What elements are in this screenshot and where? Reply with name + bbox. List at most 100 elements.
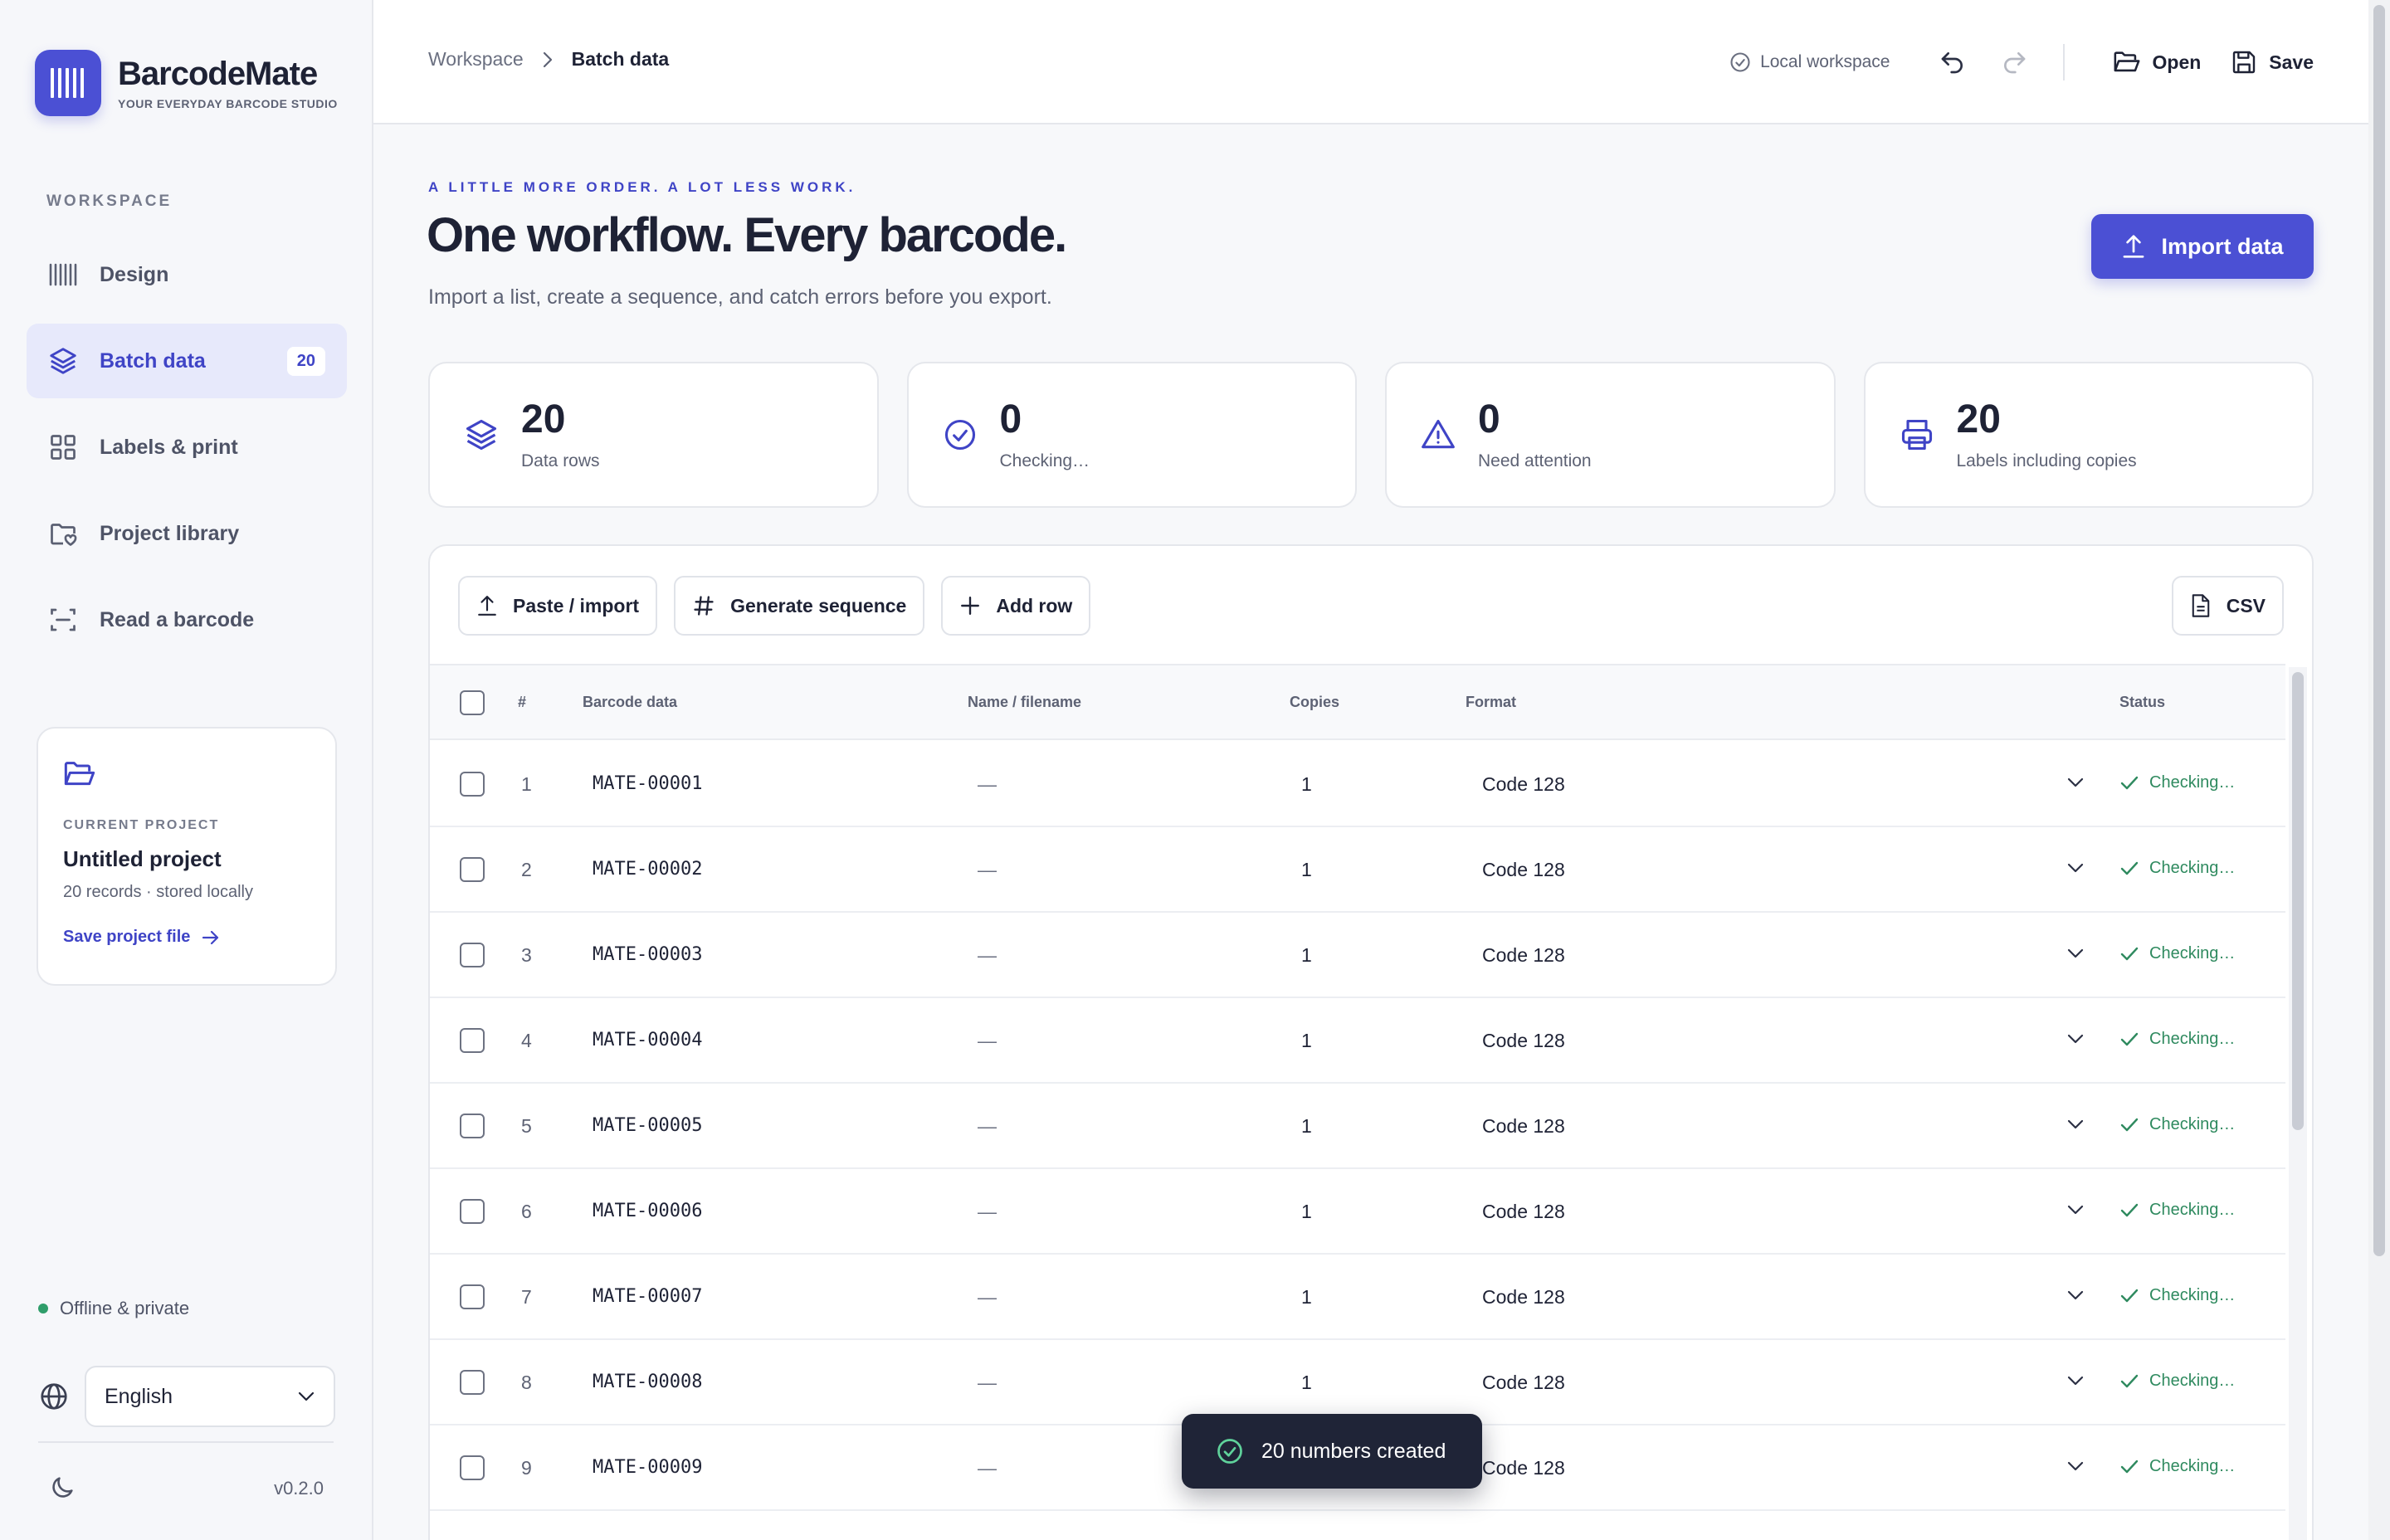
brand[interactable]: BarcodeMate YOUR EVERYDAY BARCODE STUDIO — [35, 50, 338, 116]
stat-value: 0 — [1478, 397, 1500, 441]
format-select[interactable]: Code 128 — [1482, 1030, 1565, 1052]
format-select[interactable]: Code 128 — [1482, 1201, 1565, 1223]
name-cell[interactable]: — — [978, 859, 997, 881]
count-badge: 20 — [286, 346, 325, 376]
copies-cell[interactable]: 1 — [1301, 1201, 1312, 1223]
barcode-data-cell[interactable]: MATE-00005 — [593, 1115, 702, 1136]
save-project-link[interactable]: Save project file — [63, 928, 220, 947]
copies-cell[interactable]: 1 — [1301, 1030, 1312, 1052]
table-row[interactable]: 7 MATE-00007 — 1 Code 128 Checking… — [430, 1255, 2285, 1340]
copies-cell[interactable]: 1 — [1301, 859, 1312, 881]
copies-cell[interactable]: 1 — [1301, 1286, 1312, 1309]
copies-cell[interactable]: 1 — [1301, 1372, 1312, 1394]
paste-import-button[interactable]: Paste / import — [458, 576, 658, 636]
barcode-data-cell[interactable]: MATE-00009 — [593, 1457, 702, 1478]
format-select[interactable]: Code 128 — [1482, 1372, 1565, 1394]
table-row[interactable]: 6 MATE-00006 — 1 Code 128 Checking… — [430, 1169, 2285, 1255]
chevron-down-icon[interactable] — [2066, 1375, 2085, 1386]
select-all-checkbox[interactable] — [460, 690, 485, 715]
page-scrollbar[interactable] — [2368, 0, 2390, 1540]
sidebar-item-project-library[interactable]: Project library — [27, 496, 347, 571]
warning-icon — [1420, 417, 1456, 453]
check-circle-icon — [1730, 52, 1750, 72]
row-checkbox[interactable] — [460, 1114, 485, 1138]
chevron-down-icon[interactable] — [2066, 1118, 2085, 1130]
row-checkbox[interactable] — [460, 1199, 485, 1224]
table-row[interactable]: 3 MATE-00003 — 1 Code 128 Checking… — [430, 913, 2285, 998]
format-select[interactable]: Code 128 — [1482, 859, 1565, 881]
name-cell[interactable]: — — [978, 1286, 997, 1309]
table-row[interactable]: 1 MATE-00001 — 1 Code 128 Checking… — [430, 742, 2285, 827]
open-button[interactable]: Open — [2113, 50, 2201, 75]
sidebar-item-batch-data[interactable]: Batch data 20 — [27, 324, 347, 398]
generate-sequence-button[interactable]: Generate sequence — [674, 576, 925, 636]
format-select[interactable]: Code 128 — [1482, 1115, 1565, 1138]
name-cell[interactable]: — — [978, 1457, 997, 1479]
chevron-down-icon[interactable] — [2066, 1289, 2085, 1301]
barcode-data-cell[interactable]: MATE-00008 — [593, 1372, 702, 1392]
barcode-data-cell[interactable]: MATE-00006 — [593, 1201, 702, 1221]
chevron-down-icon[interactable] — [2066, 1204, 2085, 1216]
barcode-data-cell[interactable]: MATE-00001 — [593, 773, 702, 794]
copies-cell[interactable]: 1 — [1301, 773, 1312, 796]
name-cell[interactable]: — — [978, 1115, 997, 1138]
toolbar-divider — [2062, 44, 2065, 80]
copies-cell[interactable]: 1 — [1301, 944, 1312, 967]
import-data-button[interactable]: Import data — [2091, 214, 2314, 279]
csv-export-button[interactable]: CSV — [2171, 576, 2284, 636]
table-row[interactable]: 5 MATE-00005 — 1 Code 128 Checking… — [430, 1084, 2285, 1169]
barcode-data-cell[interactable]: MATE-00007 — [593, 1286, 702, 1307]
undo-button[interactable] — [1932, 41, 1973, 83]
barcode-data-cell[interactable]: MATE-00002 — [593, 859, 702, 880]
column-header-name[interactable]: Name / filename — [968, 694, 1081, 711]
row-checkbox[interactable] — [460, 772, 485, 797]
theme-toggle[interactable] — [48, 1474, 76, 1502]
row-checkbox[interactable] — [460, 1455, 485, 1480]
breadcrumb-root[interactable]: Workspace — [428, 48, 524, 71]
format-select[interactable]: Code 128 — [1482, 944, 1565, 967]
barcode-data-cell[interactable]: MATE-00004 — [593, 1030, 702, 1050]
column-header-barcode-data[interactable]: Barcode data — [583, 694, 677, 711]
name-cell[interactable]: — — [978, 1372, 997, 1394]
upload-icon — [478, 596, 496, 616]
row-checkbox[interactable] — [460, 943, 485, 967]
name-cell[interactable]: — — [978, 1030, 997, 1052]
chevron-down-icon[interactable] — [2066, 862, 2085, 874]
row-checkbox[interactable] — [460, 1370, 485, 1395]
column-header-status[interactable]: Status — [2119, 694, 2165, 711]
language-select[interactable]: English — [85, 1366, 335, 1427]
workspace-status-label: Local workspace — [1760, 52, 1890, 71]
sidebar-item-labels-print[interactable]: Labels & print — [27, 410, 347, 485]
column-header-format[interactable]: Format — [1466, 694, 1516, 711]
save-button[interactable]: Save — [2231, 49, 2314, 76]
current-project-card: CURRENT PROJECT Untitled project 20 reco… — [37, 727, 337, 986]
chevron-down-icon[interactable] — [2066, 1033, 2085, 1045]
format-select[interactable]: Code 128 — [1482, 773, 1565, 796]
barcode-data-cell[interactable]: MATE-00003 — [593, 944, 702, 965]
sidebar-item-read-barcode[interactable]: Read a barcode — [27, 582, 347, 657]
table-row[interactable]: 8 MATE-00008 — 1 Code 128 Checking… — [430, 1340, 2285, 1425]
sidebar-item-design[interactable]: Design — [27, 237, 347, 312]
name-cell[interactable]: — — [978, 944, 997, 967]
page-scrollbar-thumb[interactable] — [2373, 5, 2385, 1256]
chevron-down-icon[interactable] — [2066, 777, 2085, 788]
format-select[interactable]: Code 128 — [1482, 1286, 1565, 1309]
chevron-down-icon[interactable] — [2066, 1460, 2085, 1472]
add-row-button[interactable]: Add row — [941, 576, 1091, 636]
stat-label: Data rows — [521, 451, 600, 470]
row-checkbox[interactable] — [460, 1284, 485, 1309]
row-checkbox[interactable] — [460, 857, 485, 882]
table-row[interactable]: 2 MATE-00002 — 1 Code 128 Checking… — [430, 827, 2285, 913]
row-checkbox[interactable] — [460, 1028, 485, 1053]
name-cell[interactable]: — — [978, 773, 997, 796]
copies-cell[interactable]: 1 — [1301, 1115, 1312, 1138]
format-select[interactable]: Code 128 — [1482, 1457, 1565, 1479]
name-cell[interactable]: — — [978, 1201, 997, 1223]
chevron-down-icon[interactable] — [2066, 948, 2085, 959]
project-meta: 20 records · stored locally — [63, 883, 253, 901]
redo-icon — [2003, 52, 2025, 74]
table-scrollbar-thumb[interactable] — [2292, 672, 2304, 1130]
redo-button[interactable] — [1993, 41, 2035, 83]
table-row[interactable]: 4 MATE-00004 — 1 Code 128 Checking… — [430, 998, 2285, 1084]
column-header-copies[interactable]: Copies — [1290, 694, 1339, 711]
